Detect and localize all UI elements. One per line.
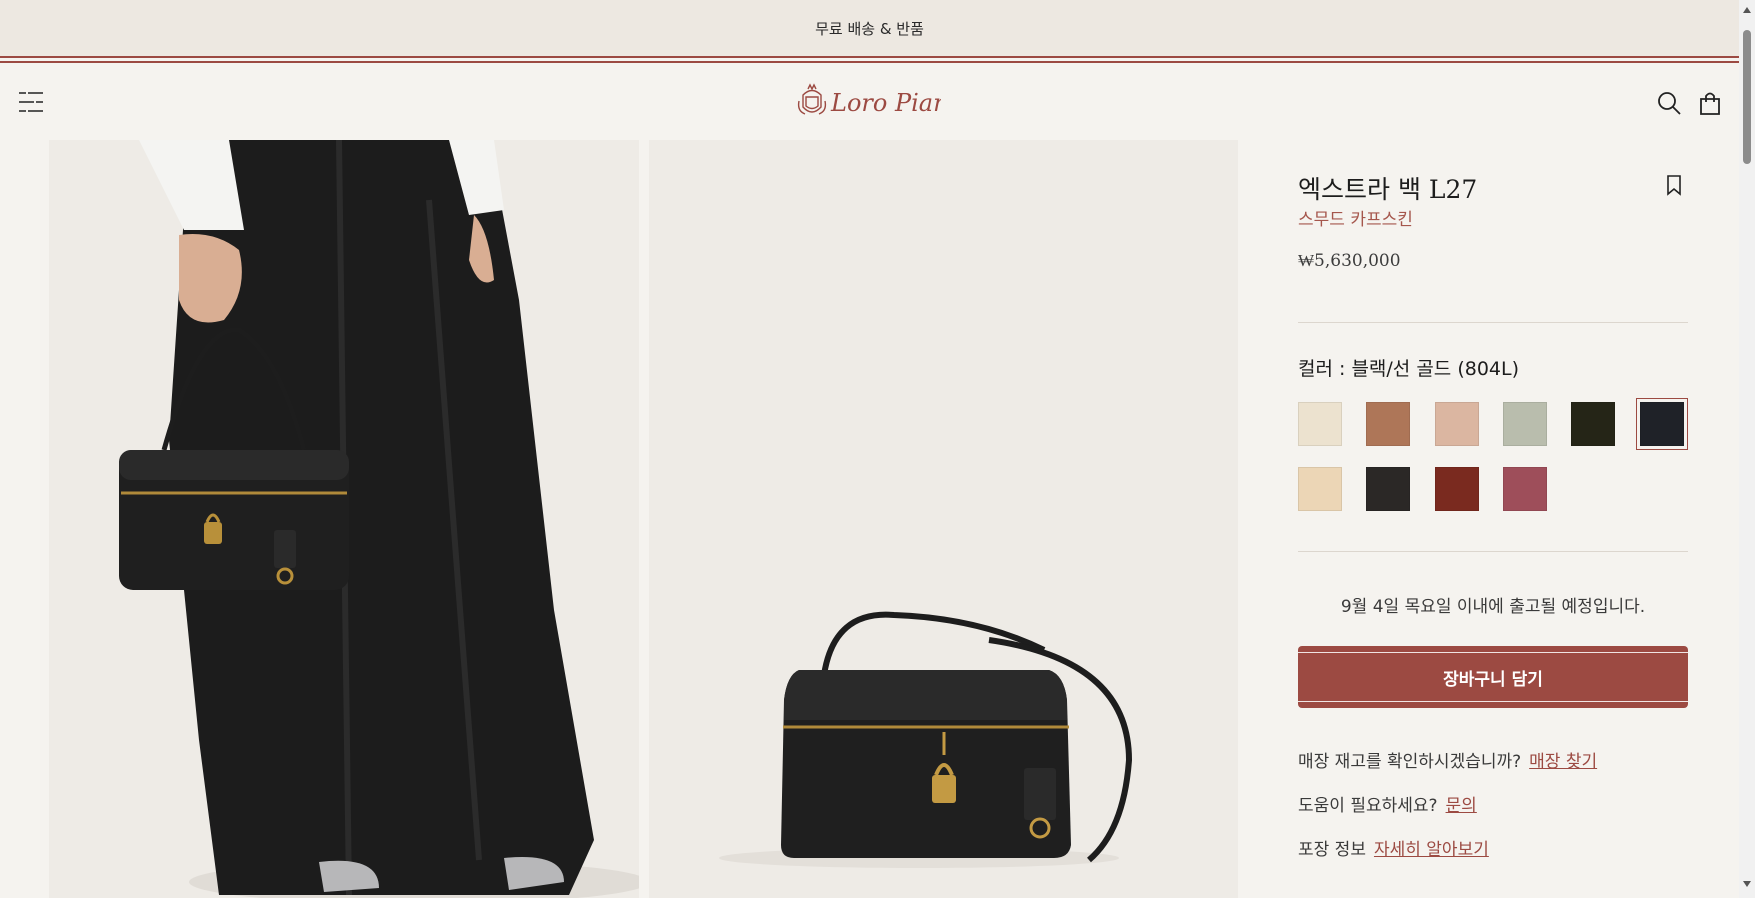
add-to-cart-button[interactable]: 장바구니 담기 [1298,646,1688,708]
page-scrollbar[interactable] [1739,0,1755,898]
color-swatch[interactable] [1435,467,1479,511]
color-swatch[interactable] [1503,402,1547,446]
contact-link[interactable]: 문의 [1446,796,1477,816]
scrollbar-thumb[interactable] [1743,30,1751,164]
bookmark-icon[interactable] [1664,174,1684,196]
color-swatch[interactable] [1298,467,1342,511]
announcement-text: 무료 배송 & 반품 [815,19,924,38]
search-icon[interactable] [1656,90,1682,116]
store-stock-question: 매장 재고를 확인하시겠습니까? [1298,752,1522,772]
help-question: 도움이 필요하세요? [1298,796,1438,816]
scroll-up-icon[interactable] [1743,6,1751,14]
product-title: 엑스트라 백 L27 [1298,175,1478,204]
packaging-row: 포장 정보 자세히 알아보기 [1298,835,1489,860]
divider [1298,322,1688,323]
color-swatch[interactable] [1571,402,1615,446]
add-to-cart-label: 장바구니 담기 [1443,669,1543,690]
color-swatch[interactable] [1366,467,1410,511]
color-label: 컬러 : 블랙/선 골드 (804L) [1298,358,1519,380]
product-image-bag[interactable] [649,140,1238,898]
packaging-learn-more-link[interactable]: 자세히 알아보기 [1374,840,1489,860]
color-swatch[interactable] [1435,402,1479,446]
color-swatch[interactable] [1366,402,1410,446]
loro-piana-logo[interactable]: Loro Piana [797,81,963,123]
site-header: Loro Piana [0,65,1739,140]
announcement-bar: 무료 배송 & 반품 [0,0,1739,56]
shipping-estimate: 9월 4일 목요일 이내에 출고될 예정입니다. [1340,597,1646,617]
divider [1298,551,1688,552]
scroll-down-icon[interactable] [1743,880,1751,888]
menu-icon[interactable] [18,90,44,114]
product-subtitle: 스무드 카프스킨 [1298,210,1413,230]
packaging-label: 포장 정보 [1298,840,1366,860]
color-swatch-selected[interactable] [1636,398,1688,450]
product-price: ₩5,630,000 [1298,251,1401,271]
product-image-model[interactable] [49,140,639,898]
color-swatch[interactable] [1503,467,1547,511]
color-swatch[interactable] [1298,402,1342,446]
bag-icon[interactable] [1697,90,1723,116]
help-row: 도움이 필요하세요? 문의 [1298,791,1477,816]
store-stock-row: 매장 재고를 확인하시겠습니까? 매장 찾기 [1298,747,1597,772]
find-store-link[interactable]: 매장 찾기 [1529,752,1597,772]
announcement-divider [0,56,1739,65]
svg-text:Loro Piana: Loro Piana [830,89,941,117]
